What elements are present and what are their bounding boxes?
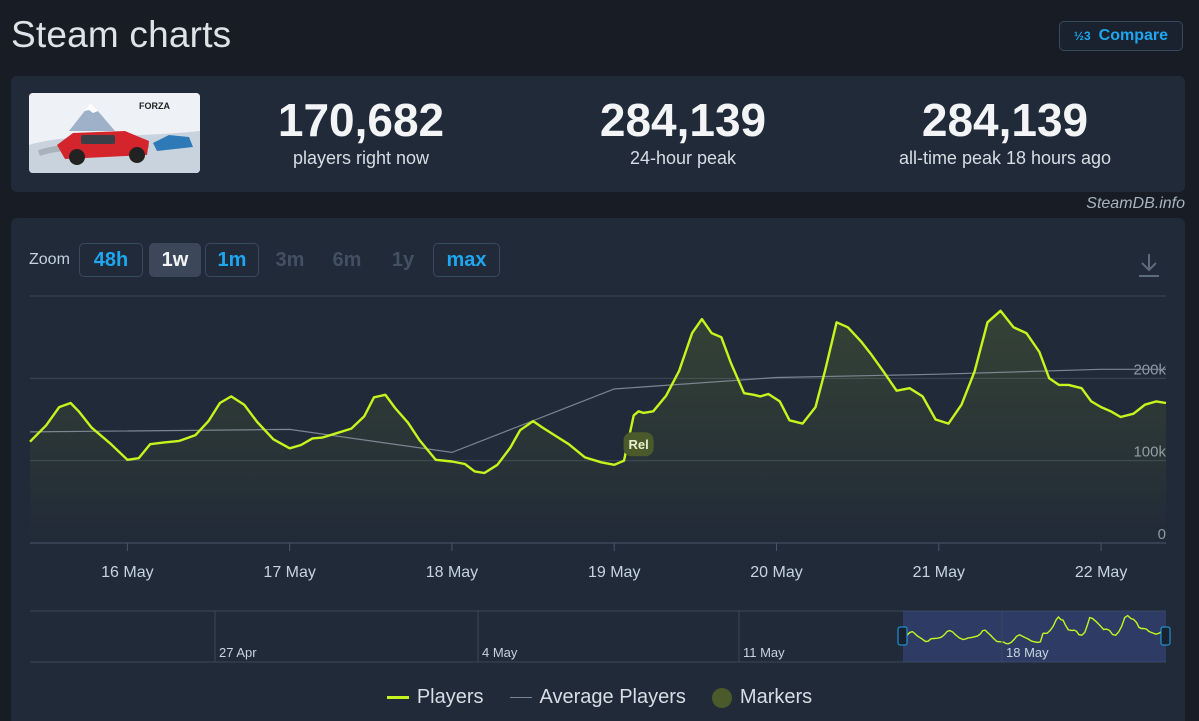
players-area <box>30 310 1166 543</box>
navigator-right-handle[interactable] <box>1160 626 1171 646</box>
x-tick-label: 18 May <box>426 564 478 581</box>
legend-players[interactable]: Players <box>386 686 484 709</box>
legend-markers[interactable]: Markers <box>711 686 813 709</box>
legend-average-label: Average Players <box>539 686 686 708</box>
x-tick-label: 20 May <box>750 564 802 581</box>
navigator-left-handle[interactable] <box>897 626 908 646</box>
legend-average[interactable]: Average Players <box>509 686 686 709</box>
legend-average-swatch <box>509 697 532 698</box>
navigator-tick-label: 4 May <box>482 645 518 660</box>
x-tick-label: 16 May <box>101 564 153 581</box>
x-tick-label: 22 May <box>1075 564 1127 581</box>
legend-players-swatch <box>386 696 409 699</box>
navigator-tick-label: 11 May <box>743 645 785 660</box>
players-chart[interactable]: 0100k200k 16 May17 May18 May19 May20 May… <box>0 0 1199 721</box>
x-tick-label: 17 May <box>263 564 315 581</box>
navigator-tick-label: 27 Apr <box>219 645 257 660</box>
navigator[interactable]: 27 Apr 4 May 11 May 18 May <box>30 610 1171 663</box>
chart-legend: Players Average Players Markers <box>0 686 1199 709</box>
navigator-tick-label: 18 May <box>1006 645 1049 660</box>
x-tick-label: 19 May <box>588 564 640 581</box>
legend-players-label: Players <box>416 686 484 708</box>
legend-markers-swatch <box>711 687 732 708</box>
marker-label: Rel <box>628 437 648 452</box>
legend-markers-label: Markers <box>739 686 813 708</box>
chart-markers: Rel <box>623 432 654 457</box>
x-axis-ticks: 16 May 17 May 18 May 19 May 20 May 21 May 22 M… <box>101 543 1127 581</box>
x-tick-label: 21 May <box>913 564 965 581</box>
